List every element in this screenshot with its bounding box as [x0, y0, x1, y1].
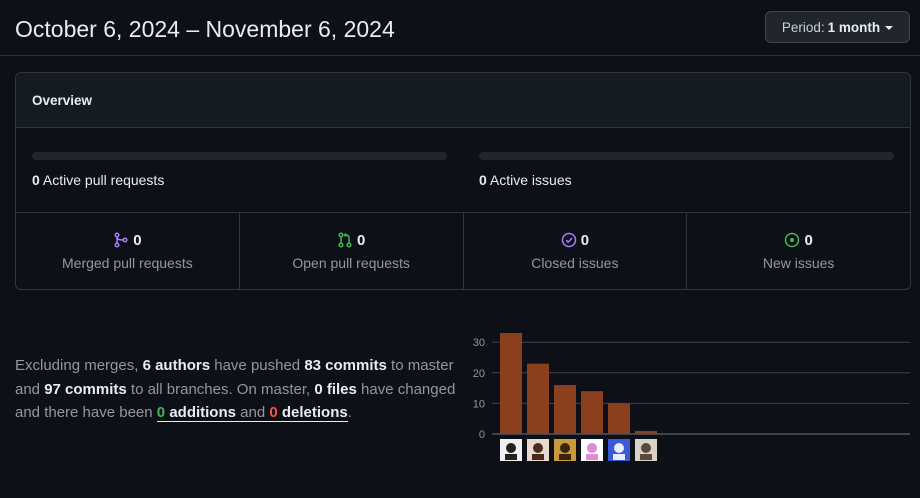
closed-issues-count: 0 — [580, 231, 590, 249]
bar-author-5 — [608, 403, 630, 434]
pull-requests-progress-bar — [32, 152, 447, 160]
git-pull-request-icon — [338, 232, 352, 248]
bar-author-4 — [581, 391, 603, 434]
period-value: 1 month — [827, 19, 881, 35]
additions-deletions-link[interactable]: 0 additions and 0 deletions — [156, 404, 348, 422]
active-issues-label: Active issues — [489, 172, 572, 188]
additions-count: 0 — [156, 404, 166, 421]
avatar-face-author-6 — [641, 443, 651, 453]
git-merge-icon — [114, 232, 128, 248]
overview-progress-row: 0 Active pull requests 0 Active issues — [16, 128, 910, 213]
merged-pull-requests-label: Merged pull requests — [62, 254, 193, 271]
stat-closed-issues[interactable]: 0 Closed issues — [464, 213, 688, 289]
overview-box: Overview 0 Active pull requests 0 Active… — [15, 72, 911, 290]
summary-files: 0 files — [314, 380, 357, 398]
avatar-body-author-5 — [613, 454, 625, 460]
deletions-label: deletions — [281, 404, 348, 421]
overview-stats: 0 Merged pull requests 0 Open pull reque… — [16, 213, 910, 289]
caret-down-icon — [885, 26, 894, 30]
bar-author-1 — [500, 333, 522, 434]
new-issues-count: 0 — [804, 231, 813, 249]
and-label: and — [240, 404, 266, 421]
avatar-face-author-1 — [506, 443, 516, 453]
pulse-header: October 6, 2024 – November 6, 2024 Perio… — [0, 0, 920, 56]
y-tick-label: 30 — [473, 337, 485, 349]
summary-text-4: to all branches. On master, — [126, 380, 315, 398]
deletions-count: 0 — [269, 404, 278, 421]
active-issues[interactable]: 0 Active issues — [479, 172, 572, 188]
active-pull-requests-count: 0 — [32, 172, 40, 188]
bar-author-2 — [527, 363, 549, 434]
new-issues-label: New issues — [762, 254, 835, 271]
active-issues-count: 0 — [479, 172, 487, 188]
open-pull-requests-count: 0 — [356, 231, 366, 249]
summary-text-1: Excluding merges, — [15, 357, 143, 374]
period-select-button[interactable]: Period: 1 month — [765, 11, 910, 43]
avatar-body-author-3 — [559, 454, 571, 460]
avatar-face-author-5 — [614, 443, 624, 453]
merged-pull-requests-count: 0 — [133, 231, 142, 249]
summary-commits: 83 commits — [304, 357, 387, 374]
avatar-body-author-4 — [586, 454, 598, 460]
summary-all-commits: 97 commits — [44, 380, 127, 398]
y-tick-label: 10 — [473, 398, 485, 410]
commit-summary: Excluding merges, 6 authors have pushed … — [15, 354, 465, 425]
issue-closed-icon — [561, 232, 576, 248]
stat-new-issues[interactable]: 0 New issues — [687, 213, 910, 289]
active-pull-requests-label: Active pull requests — [42, 172, 165, 188]
issue-opened-icon — [785, 232, 800, 248]
avatar-body-author-2 — [532, 454, 544, 460]
commits-by-author-chart: 0 10 20 30 — [473, 333, 910, 461]
y-tick-label: 20 — [473, 368, 485, 380]
avatar-face-author-3 — [560, 443, 570, 453]
active-pull-requests[interactable]: 0 Active pull requests — [32, 172, 164, 188]
additions-label: additions — [169, 404, 236, 421]
issues-progress-bar — [479, 152, 894, 160]
y-tick-label: 0 — [479, 429, 485, 441]
avatar-body-author-1 — [505, 454, 517, 460]
bar-author-3 — [554, 385, 576, 434]
closed-issues-label: Closed issues — [531, 254, 619, 271]
avatar-face-author-2 — [533, 443, 543, 453]
page-title: October 6, 2024 – November 6, 2024 — [15, 16, 395, 42]
summary-text-2: have pushed — [210, 357, 305, 374]
stat-open-pull-requests[interactable]: 0 Open pull requests — [240, 213, 464, 289]
avatar-face-author-4 — [587, 443, 597, 453]
open-pull-requests-label: Open pull requests — [292, 254, 410, 271]
overview-title: Overview — [16, 73, 910, 128]
bar-author-6 — [635, 430, 657, 434]
period-prefix: Period: — [781, 19, 825, 35]
stat-merged-pull-requests[interactable]: 0 Merged pull requests — [16, 213, 240, 289]
summary-authors: 6 authors — [142, 357, 211, 374]
avatar-body-author-6 — [640, 454, 652, 460]
summary-text-6: . — [347, 404, 352, 421]
